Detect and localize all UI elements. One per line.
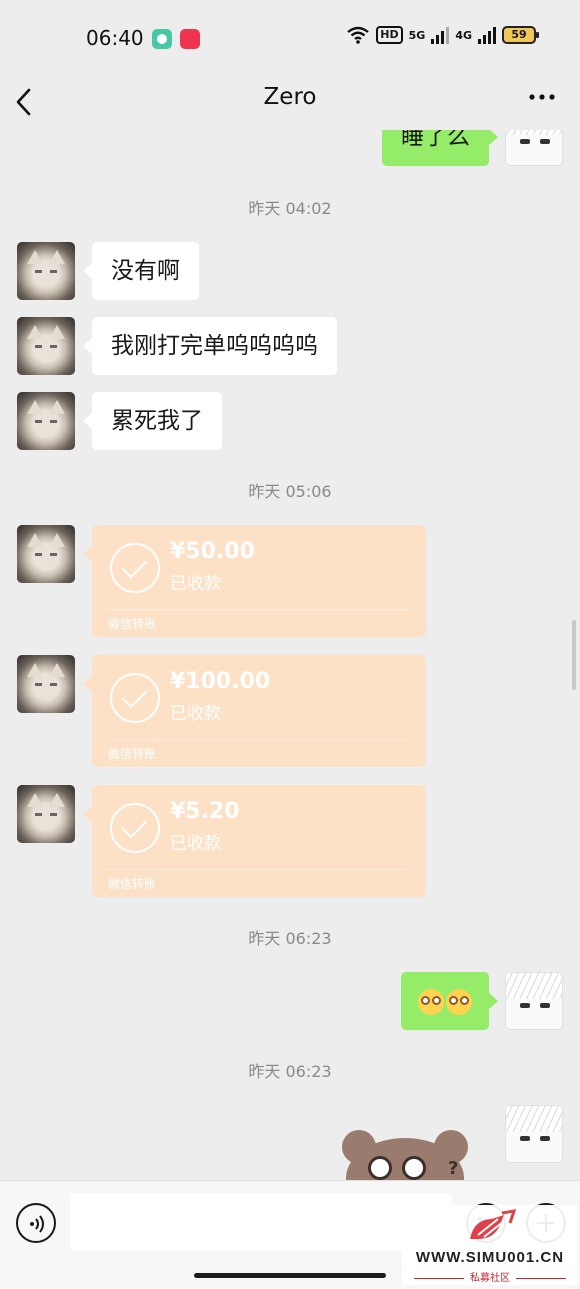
home-indicator[interactable] bbox=[194, 1273, 386, 1278]
avatar-contact[interactable] bbox=[17, 785, 75, 843]
battery-icon: 59 bbox=[502, 26, 539, 44]
watermark-subtitle: 私募社区 bbox=[402, 1269, 578, 1284]
check-circle-icon bbox=[110, 543, 160, 593]
status-time: 06:40 bbox=[86, 26, 144, 50]
message-text: 我刚打完单呜呜呜呜 bbox=[111, 333, 318, 359]
hd-badge: HD bbox=[376, 26, 403, 44]
dizzy-face-emoji-icon bbox=[418, 988, 444, 1015]
message-input[interactable] bbox=[70, 1193, 452, 1251]
dizzy-face-emoji-icon bbox=[446, 988, 472, 1015]
transfer-label: 微信转账 bbox=[108, 617, 157, 631]
chat-message-list[interactable]: 睡了么 昨天 04:02 没有啊 我刚打完单呜呜呜呜 累死我了 昨天 05:06… bbox=[0, 130, 580, 1180]
check-circle-icon bbox=[110, 803, 160, 853]
app-notification-icon bbox=[152, 29, 172, 49]
message-timestamp: 昨天 05:06 bbox=[248, 482, 332, 501]
transfer-label: 微信转账 bbox=[108, 747, 157, 761]
scrollbar-thumb[interactable] bbox=[572, 620, 576, 690]
message-timestamp: 昨天 04:02 bbox=[248, 199, 332, 218]
divider bbox=[106, 869, 412, 870]
chat-title: Zero bbox=[263, 84, 317, 110]
message-text: 没有啊 bbox=[111, 258, 180, 284]
watermark-logo-icon bbox=[470, 1209, 517, 1239]
transfer-card[interactable]: ¥50.00 已收款 微信转账 bbox=[83, 525, 426, 637]
transfer-status: 已收款 bbox=[170, 574, 221, 594]
avatar-contact[interactable] bbox=[17, 392, 75, 450]
avatar-contact[interactable] bbox=[17, 317, 75, 375]
message-bubble-contact[interactable]: 没有啊 bbox=[83, 242, 199, 300]
transfer-amount: ¥50.00 bbox=[170, 539, 255, 564]
wifi-icon bbox=[347, 26, 370, 44]
signal-icon bbox=[478, 26, 496, 44]
message-bubble-contact[interactable]: 我刚打完单呜呜呜呜 bbox=[83, 317, 337, 375]
message-timestamp: 昨天 06:23 bbox=[248, 929, 332, 948]
bear-sticker-icon[interactable]: ? bbox=[338, 1130, 468, 1180]
more-dots-icon bbox=[529, 94, 555, 100]
avatar-contact[interactable] bbox=[17, 655, 75, 713]
transfer-amount: ¥5.20 bbox=[170, 799, 240, 824]
voice-icon bbox=[30, 1215, 44, 1233]
transfer-label: 微信转账 bbox=[108, 877, 157, 891]
status-indicators: HD 5G 4G 59 bbox=[346, 26, 539, 44]
message-text: 睡了么 bbox=[401, 130, 470, 150]
avatar-contact[interactable] bbox=[17, 525, 75, 583]
message-text: 累死我了 bbox=[111, 408, 203, 434]
avatar-self[interactable] bbox=[505, 130, 563, 166]
avatar-self[interactable] bbox=[505, 972, 563, 1030]
message-timestamp: 昨天 06:23 bbox=[248, 1062, 332, 1081]
message-bubble-self[interactable]: 睡了么 bbox=[382, 130, 498, 166]
message-bubble-self[interactable] bbox=[401, 972, 498, 1030]
watermark-url: WWW.SIMU001.CN bbox=[415, 1249, 565, 1266]
transfer-card[interactable]: ¥5.20 已收款 微信转账 bbox=[83, 785, 426, 897]
message-bubble-contact[interactable]: 累死我了 bbox=[83, 392, 222, 450]
more-button[interactable] bbox=[528, 82, 556, 119]
transfer-amount: ¥100.00 bbox=[170, 669, 271, 694]
4g-label: 4G bbox=[455, 28, 472, 42]
app-notification-icon bbox=[180, 29, 200, 49]
transfer-status: 已收款 bbox=[170, 704, 221, 724]
5g-label: 5G bbox=[408, 28, 426, 42]
check-circle-icon bbox=[110, 673, 160, 723]
transfer-card[interactable]: ¥100.00 已收款 微信转账 bbox=[83, 655, 426, 767]
transfer-status: 已收款 bbox=[170, 834, 221, 854]
chat-header: Zero bbox=[0, 74, 580, 130]
signal-icon bbox=[431, 26, 450, 44]
status-bar: 06:40 HD 5G 4G 59 bbox=[0, 0, 580, 74]
divider bbox=[106, 739, 412, 740]
divider bbox=[106, 609, 412, 610]
voice-button[interactable] bbox=[16, 1203, 56, 1243]
avatar-contact[interactable] bbox=[17, 242, 75, 300]
avatar-self[interactable] bbox=[505, 1105, 563, 1163]
watermark: WWW.SIMU001.CN 私募社区 bbox=[402, 1205, 578, 1285]
